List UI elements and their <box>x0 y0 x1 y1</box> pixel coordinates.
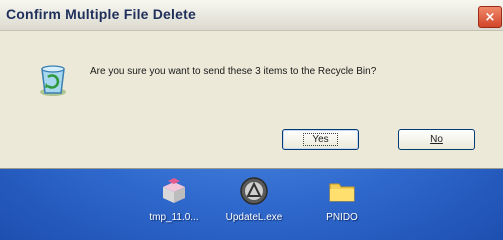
folder-icon <box>329 183 355 202</box>
desktop-icon-update[interactable]: UpdateL.exe <box>214 176 294 240</box>
desktop-icon-label: tmp_11.0... <box>149 212 199 223</box>
installer-box-icon <box>163 178 185 203</box>
no-label: No <box>430 134 443 145</box>
confirm-delete-dialog: Confirm Multiple File Delete × Are you s… <box>0 0 503 169</box>
desktop-icon-pnido[interactable]: PNIDO <box>302 176 382 240</box>
desktop-icon-label: PNIDO <box>326 212 358 223</box>
close-button[interactable]: × <box>478 6 502 28</box>
yes-button[interactable]: Yes <box>282 129 359 150</box>
no-button[interactable]: No <box>398 129 475 150</box>
desktop-icon-label: UpdateL.exe <box>225 212 283 223</box>
close-icon: × <box>484 9 496 25</box>
confirm-message: Are you sure you want to send these 3 it… <box>90 66 377 77</box>
recycle-bin-icon <box>40 65 66 96</box>
desktop-icon-tmp[interactable]: tmp_11.0... <box>134 176 214 240</box>
update-globe-icon <box>240 177 268 205</box>
dialog-title: Confirm Multiple File Delete <box>6 6 196 22</box>
yes-label: Yes <box>303 133 338 146</box>
dialog-titlebar[interactable]: Confirm Multiple File Delete × <box>0 0 503 31</box>
